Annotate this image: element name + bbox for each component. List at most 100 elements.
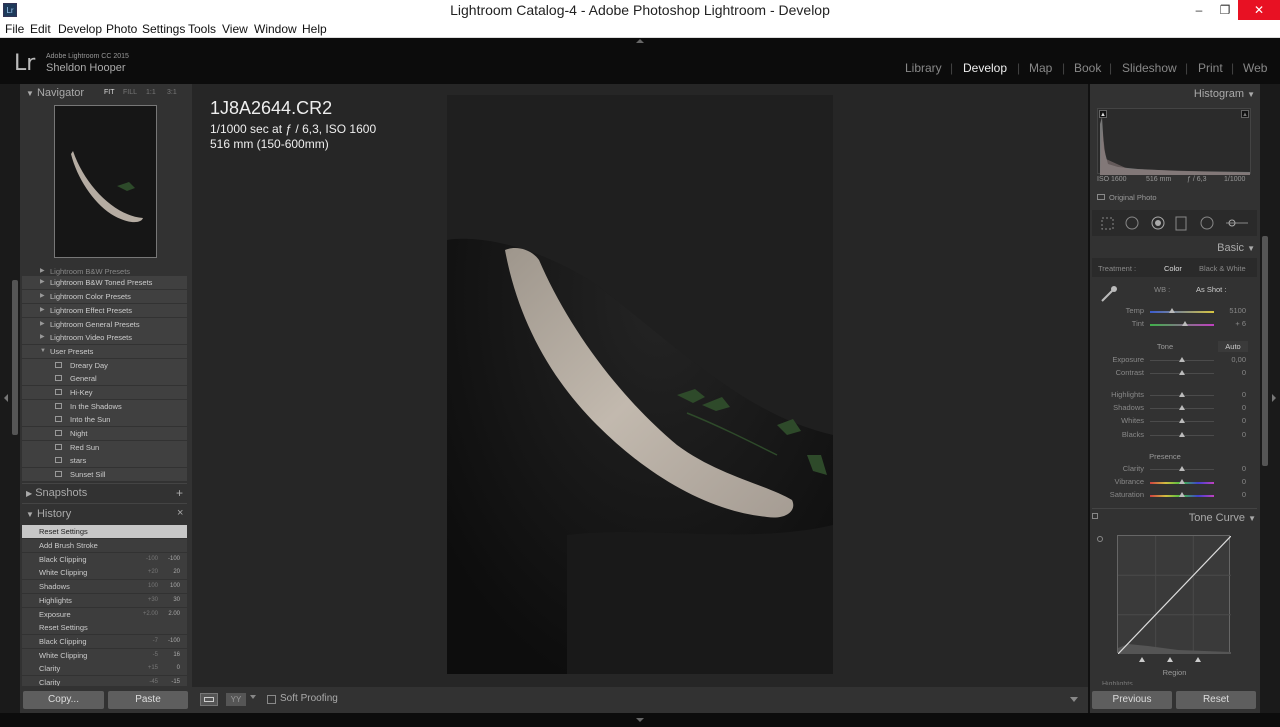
histogram-header[interactable]: Histogram ▼ — [1191, 88, 1255, 100]
red-eye-icon[interactable] — [1150, 216, 1166, 230]
collapse-bottom-panel-icon[interactable] — [636, 718, 644, 722]
history-item[interactable]: Reset Settings — [22, 621, 187, 634]
menu-window[interactable]: Window — [254, 22, 297, 36]
history-item[interactable]: Black Clipping -100 -100 — [22, 553, 187, 566]
shadows-value[interactable]: 0 — [1218, 403, 1246, 412]
tone-curve-toggle[interactable] — [1092, 513, 1098, 519]
navigator-header[interactable]: ▼ Navigator — [26, 87, 84, 99]
crop-tool-icon[interactable] — [1100, 216, 1116, 230]
whites-slider-handle[interactable] — [1179, 418, 1185, 423]
copy-button[interactable]: Copy... — [23, 691, 104, 709]
clarity-value[interactable]: 0 — [1218, 464, 1246, 473]
reset-button[interactable]: Reset — [1176, 691, 1256, 709]
user-preset[interactable]: stars — [22, 454, 187, 467]
menu-tools[interactable]: Tools — [188, 22, 216, 36]
original-photo-checkbox[interactable] — [1097, 194, 1105, 200]
shadows-slider-handle[interactable] — [1179, 405, 1185, 410]
zoom-3-1[interactable]: 3:1 — [167, 89, 177, 96]
module-slideshow[interactable]: Slideshow — [1122, 61, 1177, 75]
main-photo[interactable] — [447, 95, 833, 674]
preset-folder[interactable]: ▶ Lightroom Effect Presets — [22, 304, 187, 317]
curve-split-handles[interactable] — [1117, 650, 1230, 662]
history-item[interactable]: Exposure +2.00 2.00 — [22, 608, 187, 621]
preset-folder[interactable]: ▶ Lightroom Color Presets — [22, 290, 187, 303]
history-item[interactable]: White Clipping -5 16 — [22, 649, 187, 662]
collapse-top-panel-icon[interactable] — [636, 39, 644, 43]
contrast-slider-handle[interactable] — [1179, 370, 1185, 375]
vibrance-slider-handle[interactable] — [1179, 479, 1185, 484]
whites-value[interactable]: 0 — [1218, 416, 1246, 425]
module-develop[interactable]: Develop — [963, 61, 1007, 75]
exposure-slider-handle[interactable] — [1179, 357, 1185, 362]
toolbar-menu-icon[interactable] — [1070, 697, 1078, 702]
collapse-right-panel-icon[interactable] — [1272, 394, 1276, 402]
graduated-filter-icon[interactable] — [1174, 216, 1190, 230]
menu-help[interactable]: Help — [302, 22, 327, 36]
paste-button[interactable]: Paste — [108, 691, 188, 709]
history-header[interactable]: ▼ History — [26, 508, 71, 520]
highlights-slider-handle[interactable] — [1179, 392, 1185, 397]
add-snapshot-button[interactable]: + — [176, 486, 183, 500]
menu-file[interactable]: File — [5, 22, 24, 36]
history-item[interactable]: White Clipping +20 20 — [22, 566, 187, 579]
treatment-color[interactable]: Color — [1164, 264, 1182, 273]
exposure-value[interactable]: 0,00 — [1218, 355, 1246, 364]
user-preset[interactable]: Into the Sun — [22, 413, 187, 426]
zoom-1-1[interactable]: 1:1 — [146, 89, 156, 96]
contrast-value[interactable]: 0 — [1218, 368, 1246, 377]
tint-value[interactable]: + 6 — [1218, 319, 1246, 328]
history-item[interactable]: Shadows 100 100 — [22, 580, 187, 593]
module-print[interactable]: Print — [1198, 61, 1223, 75]
vibrance-value[interactable]: 0 — [1218, 477, 1246, 486]
tone-curve-header[interactable]: Tone Curve ▼ — [1180, 512, 1256, 524]
left-scrollbar[interactable] — [12, 280, 18, 435]
right-scrollbar[interactable] — [1262, 236, 1268, 466]
blacks-value[interactable]: 0 — [1218, 430, 1246, 439]
basic-header[interactable]: Basic ▼ — [1191, 242, 1255, 254]
user-preset[interactable]: In the Shadows — [22, 400, 187, 413]
user-preset[interactable]: Dreary Day — [22, 359, 187, 372]
temp-slider-handle[interactable] — [1169, 308, 1176, 313]
previous-button[interactable]: Previous — [1092, 691, 1172, 709]
snapshots-header[interactable]: ▶ Snapshots — [26, 487, 87, 499]
history-item[interactable]: Clarity +15 0 — [22, 662, 187, 675]
saturation-slider-handle[interactable] — [1179, 492, 1185, 497]
preset-folder[interactable]: ▶ Lightroom General Presets — [22, 318, 187, 331]
tint-slider-handle[interactable] — [1182, 321, 1189, 326]
before-after-button[interactable]: YY — [226, 693, 246, 706]
soft-proofing-checkbox[interactable] — [267, 695, 276, 704]
user-preset[interactable]: General — [22, 372, 187, 385]
clarity-slider-handle[interactable] — [1179, 466, 1185, 471]
highlight-clipping-icon[interactable]: ▲ — [1241, 110, 1249, 118]
navigator-preview[interactable] — [54, 105, 157, 258]
user-preset[interactable]: Hi-Key — [22, 386, 187, 399]
preset-folder[interactable]: ▶ Lightroom Video Presets — [22, 331, 187, 344]
menu-view[interactable]: View — [222, 22, 248, 36]
module-book[interactable]: Book — [1074, 61, 1101, 75]
shadow-clipping-icon[interactable]: ▲ — [1099, 110, 1107, 118]
user-preset[interactable]: Sunset Sill — [22, 468, 187, 481]
zoom-fill[interactable]: FILL — [123, 89, 137, 96]
maximize-button[interactable]: ❐ — [1212, 0, 1238, 20]
clear-history-button[interactable]: × — [177, 507, 183, 519]
history-item[interactable]: Reset Settings — [22, 525, 187, 538]
temp-slider[interactable] — [1150, 311, 1214, 313]
adjustment-brush-icon[interactable] — [1224, 216, 1250, 230]
zoom-fit[interactable]: FIT — [104, 89, 115, 96]
saturation-value[interactable]: 0 — [1218, 490, 1246, 499]
temp-value[interactable]: 5100 — [1218, 306, 1246, 315]
menu-edit[interactable]: Edit — [30, 22, 51, 36]
minimize-button[interactable]: – — [1186, 0, 1212, 20]
tone-curve-graph[interactable] — [1117, 535, 1232, 655]
module-map[interactable]: Map — [1029, 61, 1052, 75]
target-adjust-icon[interactable] — [1097, 536, 1103, 542]
collapse-left-panel-icon[interactable] — [4, 394, 8, 402]
treatment-bw[interactable]: Black & White — [1199, 264, 1246, 273]
menu-develop[interactable]: Develop — [58, 22, 102, 36]
radial-filter-icon[interactable] — [1199, 216, 1215, 230]
wb-eyedropper-icon[interactable] — [1099, 284, 1119, 304]
user-preset[interactable]: Night — [22, 427, 187, 440]
close-button[interactable]: ✕ — [1238, 0, 1280, 20]
history-item[interactable]: Highlights +30 30 — [22, 594, 187, 607]
highlights-value[interactable]: 0 — [1218, 390, 1246, 399]
